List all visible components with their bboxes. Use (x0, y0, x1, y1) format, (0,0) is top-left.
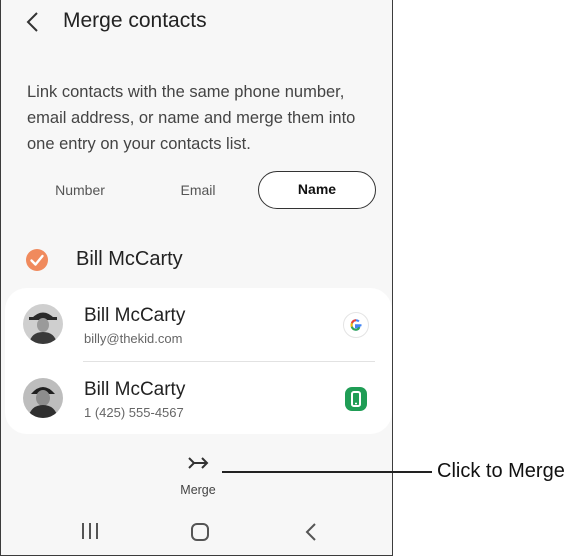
page-title: Merge contacts (63, 9, 207, 32)
phone-storage-icon (345, 387, 367, 411)
callout-line (222, 471, 432, 473)
app-header: Merge contacts (1, 0, 392, 44)
tab-email[interactable]: Email (139, 171, 257, 209)
chevron-left-icon[interactable] (23, 10, 43, 34)
contact-name: Bill McCarty (84, 305, 186, 326)
back-icon[interactable] (301, 521, 321, 543)
contact-phone: 1 (425) 555-4567 (84, 405, 184, 420)
contact-email: billy@thekid.com (84, 331, 183, 346)
google-icon (343, 312, 369, 338)
callout-label: Click to Merge (437, 460, 565, 482)
avatar (23, 304, 63, 344)
contact-name: Bill McCarty (84, 379, 186, 400)
merge-arrows-icon (188, 457, 209, 469)
system-navbar (1, 512, 394, 552)
home-icon[interactable] (189, 521, 211, 543)
filter-tabs: Number Email Name (21, 171, 377, 209)
avatar (23, 378, 63, 418)
merge-label: Merge (180, 483, 216, 497)
contacts-card: Bill McCarty billy@thekid.com Bill McCar… (5, 288, 392, 434)
check-circle-icon[interactable] (25, 248, 49, 272)
recent-apps-icon[interactable] (79, 521, 101, 541)
phone-screen: Merge contacts Link contacts with the sa… (0, 0, 393, 556)
tab-name[interactable]: Name (258, 171, 376, 209)
group-name: Bill McCarty (76, 248, 183, 270)
merge-button[interactable]: Merge (159, 453, 237, 499)
list-item[interactable]: Bill McCarty billy@thekid.com (5, 288, 392, 362)
tab-number[interactable]: Number (21, 171, 139, 209)
description-text: Link contacts with the same phone number… (27, 83, 356, 153)
list-item[interactable]: Bill McCarty 1 (425) 555-4567 (5, 362, 392, 434)
